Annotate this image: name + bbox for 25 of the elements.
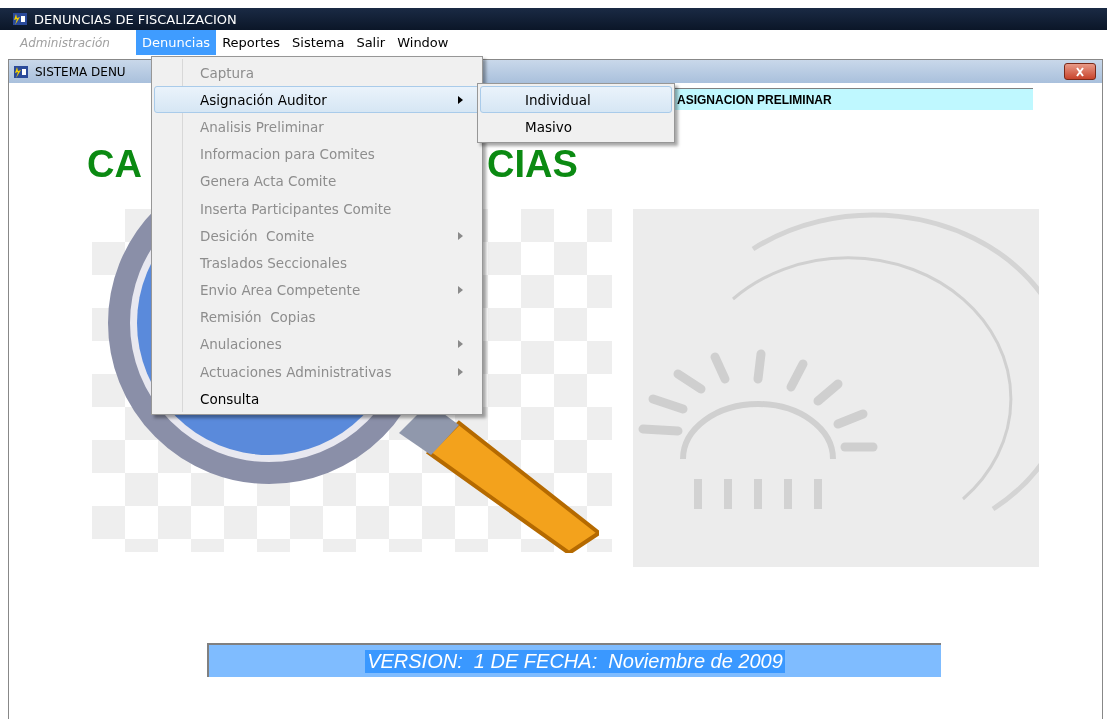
heading-text: CIAS: [487, 145, 578, 183]
app-icon: [13, 63, 29, 80]
submenu-arrow-icon: [458, 231, 463, 240]
close-icon: [1074, 66, 1086, 77]
menu-item[interactable]: Salir: [350, 30, 392, 55]
close-button[interactable]: [1064, 63, 1096, 80]
submenu-arrow-icon: [458, 367, 463, 376]
menu-item[interactable]: Reportes: [216, 30, 287, 55]
menu-item[interactable]: Window: [391, 30, 455, 55]
menu-item[interactable]: Asignación Auditor: [154, 86, 480, 114]
submenu-arrow-icon: [458, 286, 463, 295]
menu-item[interactable]: Denuncias: [135, 30, 217, 55]
child-window-title: SISTEMA DENU: [35, 64, 126, 79]
status-field: ASIGNACION PRELIMINAR: [673, 88, 1033, 110]
window-title: DENUNCIAS DE FISCALIZACION: [34, 11, 237, 27]
menu-item[interactable]: Masivo: [480, 113, 672, 141]
menu-item[interactable]: Individual: [480, 86, 672, 114]
menu-item[interactable]: Sistema: [286, 30, 351, 55]
app-icon: [12, 11, 28, 27]
heading-text: CA: [87, 145, 142, 183]
version-text: VERSION: 1 DE FECHA: Noviembre de 2009: [365, 649, 785, 673]
submenu-arrow-icon: [458, 95, 463, 104]
version-field[interactable]: VERSION: 1 DE FECHA: Noviembre de 2009: [207, 643, 941, 677]
submenu-arrow-icon: [458, 340, 463, 349]
menu-item[interactable]: Consulta: [154, 385, 480, 413]
